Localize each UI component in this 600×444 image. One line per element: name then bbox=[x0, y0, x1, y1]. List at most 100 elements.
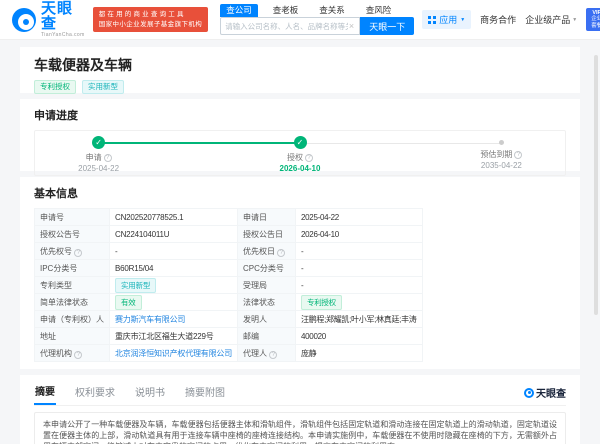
ipc-class: B60R15/04 bbox=[110, 260, 238, 277]
agent-name: 庞静 bbox=[296, 345, 423, 362]
search-tab-company[interactable]: 查公司 bbox=[220, 4, 258, 17]
agency-cell: 北京润泽恒知识产权代理有限公司 bbox=[110, 345, 238, 362]
accepting-office: - bbox=[296, 277, 423, 294]
document-tabs: 摘要 权利要求 说明书 摘要附图 天眼查 bbox=[34, 380, 566, 406]
nav-apps[interactable]: 应用 ▼ bbox=[422, 10, 471, 29]
info-icon[interactable]: ? bbox=[514, 151, 522, 159]
basic-info-section-title: 基本信息 bbox=[34, 185, 566, 201]
search-tab-risk[interactable]: 查风险 bbox=[360, 4, 398, 17]
row-label: 法律状态 bbox=[238, 294, 296, 311]
patent-type-tag: 实用新型 bbox=[115, 278, 156, 293]
applicant-cell: 赛力斯汽车有限公司 bbox=[110, 311, 238, 328]
row-label: 申请日 bbox=[238, 209, 296, 226]
vip-badge[interactable]: VIP 企业套餐 bbox=[586, 8, 600, 32]
abstract-text: 本申请公开了一种车载便器及车辆，车载便器包括便器主体和滑轨组件，滑轨组件包括固定… bbox=[34, 412, 566, 444]
info-icon[interactable]: ? bbox=[277, 249, 285, 257]
info-icon[interactable]: ? bbox=[74, 351, 82, 359]
nav-enterprise-products[interactable]: 企业级产品 ▼ bbox=[525, 13, 577, 26]
step-label: 申请 bbox=[86, 152, 102, 163]
top-header: 天眼查 TianYanCha.com 都在用的商业查询工具 国家中小企业发展子基… bbox=[0, 0, 600, 40]
row-label: 专利类型 bbox=[35, 277, 110, 294]
info-icon[interactable]: ? bbox=[269, 351, 277, 359]
info-icon[interactable]: ? bbox=[305, 154, 313, 162]
patent-type-cell: 实用新型 bbox=[110, 277, 238, 294]
chevron-down-icon: ▼ bbox=[460, 17, 465, 23]
clear-search-icon[interactable]: × bbox=[348, 21, 355, 31]
progress-timeline: ✓ 申请 ? 2025-04-22 ✓ 授权 ? 2026-04-10 预估到期 bbox=[34, 130, 566, 176]
granted-status-tag: 专利授权 bbox=[301, 295, 342, 310]
row-label: 发明人 bbox=[238, 311, 296, 328]
search-tab-relation[interactable]: 查关系 bbox=[313, 4, 351, 17]
step-date: 2035-04-22 bbox=[446, 161, 556, 170]
watermark-text: 天眼查 bbox=[536, 385, 566, 400]
promo-banner-line2: 国家中小企业发展子基金旗下机构 bbox=[99, 20, 203, 29]
row-label: 地址 bbox=[35, 328, 110, 345]
row-label: 代理人 ? bbox=[238, 345, 296, 362]
grant-publication-number: CN224104011U bbox=[110, 226, 238, 243]
info-icon[interactable]: ? bbox=[104, 154, 112, 162]
timeline-step-grant: ✓ 授权 ? 2026-04-10 bbox=[245, 136, 355, 173]
patent-title-card: 车载便器及车辆 专利授权 实用新型 bbox=[20, 47, 580, 93]
label-text: 优先权日 bbox=[243, 247, 275, 256]
applicant-link[interactable]: 赛力斯汽车有限公司 bbox=[115, 315, 185, 324]
row-label: IPC分类号 bbox=[35, 260, 110, 277]
timeline-step-application: ✓ 申请 ? 2025-04-22 bbox=[44, 136, 154, 173]
label-text: 代理机构 bbox=[40, 349, 72, 358]
promo-banner-line1: 都在用的商业查询工具 bbox=[99, 10, 203, 19]
row-label: 优先权日 ? bbox=[238, 243, 296, 260]
tianyancha-logo[interactable]: 天眼查 TianYanCha.com bbox=[12, 1, 85, 38]
promo-banner: 都在用的商业查询工具 国家中小企业发展子基金旗下机构 bbox=[93, 7, 209, 32]
priority-date: - bbox=[296, 243, 423, 260]
application-date: 2025-04-22 bbox=[296, 209, 423, 226]
row-label: 代理机构 ? bbox=[35, 345, 110, 362]
basic-info-card: 基本信息 申请号 CN202520778525.1 申请日 2025-04-22… bbox=[20, 177, 580, 369]
pending-dot-icon bbox=[499, 140, 504, 145]
tab-abstract[interactable]: 摘要 bbox=[34, 380, 56, 405]
nav-business-cooperation[interactable]: 商务合作 bbox=[480, 13, 516, 26]
table-row: 简单法律状态 有效 法律状态 专利授权 bbox=[35, 294, 423, 311]
main-content: 车载便器及车辆 专利授权 实用新型 申请进度 ✓ 申请 ? 2025-04-22… bbox=[20, 47, 580, 444]
apps-grid-icon bbox=[428, 16, 436, 24]
grant-publication-date: 2026-04-10 bbox=[296, 226, 423, 243]
table-row: 地址 重庆市江北区福生大道229号 邮编 400020 bbox=[35, 328, 423, 345]
table-row: 专利类型 实用新型 受理局 - bbox=[35, 277, 423, 294]
table-row: IPC分类号 B60R15/04 CPC分类号 - bbox=[35, 260, 423, 277]
patent-type-tag: 实用新型 bbox=[82, 80, 124, 94]
basic-info-table: 申请号 CN202520778525.1 申请日 2025-04-22 授权公告… bbox=[34, 208, 423, 362]
step-label: 预估到期 bbox=[480, 149, 512, 160]
table-row: 申请号 CN202520778525.1 申请日 2025-04-22 bbox=[35, 209, 423, 226]
address: 重庆市江北区福生大道229号 bbox=[110, 328, 238, 345]
nav-enterprise-label: 企业级产品 bbox=[525, 13, 570, 26]
header-nav: 应用 ▼ 商务合作 企业级产品 ▼ VIP 企业套餐 此处有... ▼ bbox=[422, 8, 600, 32]
simple-legal-status-cell: 有效 bbox=[110, 294, 238, 311]
search-tab-boss[interactable]: 查老板 bbox=[267, 4, 305, 17]
page-scrollbar[interactable] bbox=[594, 55, 598, 315]
cpc-class: - bbox=[296, 260, 423, 277]
row-label: 申请号 bbox=[35, 209, 110, 226]
search-tabs: 查公司 查老板 查关系 查风险 bbox=[220, 4, 414, 17]
search-button[interactable]: 天眼一下 bbox=[360, 17, 414, 35]
application-number: CN202520778525.1 bbox=[110, 209, 238, 226]
label-text: 优先权号 bbox=[40, 247, 72, 256]
chevron-down-icon: ▼ bbox=[572, 17, 577, 23]
tab-claims[interactable]: 权利要求 bbox=[74, 381, 116, 404]
postal-code: 400020 bbox=[296, 328, 423, 345]
table-row: 代理机构 ? 北京润泽恒知识产权代理有限公司 代理人 ? 庞静 bbox=[35, 345, 423, 362]
nav-apps-label: 应用 bbox=[439, 13, 457, 26]
vip-badge-line2: 企业套餐 bbox=[590, 16, 600, 29]
tab-description[interactable]: 说明书 bbox=[134, 381, 166, 404]
tianyancha-eye-icon bbox=[524, 388, 534, 398]
priority-number: - bbox=[110, 243, 238, 260]
step-date: 2025-04-22 bbox=[44, 164, 154, 173]
application-progress-card: 申请进度 ✓ 申请 ? 2025-04-22 ✓ 授权 ? 2026-04-10 bbox=[20, 99, 580, 171]
row-label: 授权公告号 bbox=[35, 226, 110, 243]
row-label: 授权公告日 bbox=[238, 226, 296, 243]
tab-abstract-figure[interactable]: 摘要附图 bbox=[184, 381, 226, 404]
check-circle-icon: ✓ bbox=[92, 136, 105, 149]
search-input[interactable] bbox=[225, 22, 348, 31]
agency-link[interactable]: 北京润泽恒知识产权代理有限公司 bbox=[115, 349, 232, 358]
nav-business-label: 商务合作 bbox=[480, 13, 516, 26]
row-label: CPC分类号 bbox=[238, 260, 296, 277]
info-icon[interactable]: ? bbox=[74, 249, 82, 257]
check-circle-icon: ✓ bbox=[294, 136, 307, 149]
